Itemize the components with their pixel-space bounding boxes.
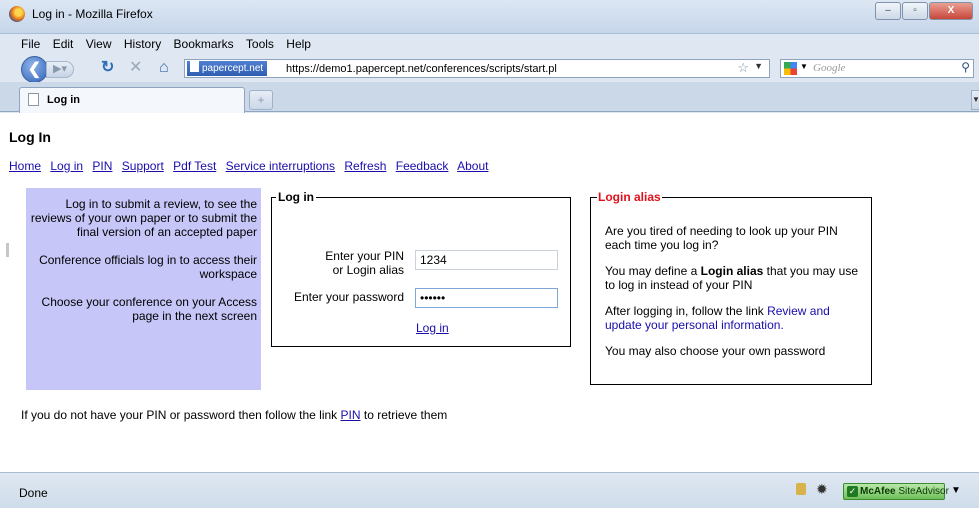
login-legend: Log in	[278, 190, 314, 204]
pin-label-line-2: or Login alias	[332, 263, 404, 277]
back-button[interactable]: ❮	[21, 56, 48, 83]
pin-label-line-1: Enter your PIN	[325, 249, 404, 263]
window-title: Log in - Mozilla Firefox	[32, 7, 153, 21]
nav-link-home[interactable]: Home	[9, 159, 41, 173]
menu-history[interactable]: History	[124, 34, 161, 54]
menu-bookmarks[interactable]: Bookmarks	[174, 34, 234, 54]
url-dropdown-icon[interactable]: ▼	[754, 61, 763, 71]
alias-p4: You may also choose your own password	[605, 344, 826, 358]
home-icon[interactable]: ⌂	[159, 59, 169, 77]
minimize-button[interactable]: –	[875, 2, 901, 20]
new-tab-button[interactable]: +	[249, 90, 273, 110]
firefox-logo-icon	[9, 6, 25, 22]
tab-strip: Log in + ▼	[0, 82, 979, 113]
nav-link-pin[interactable]: PIN	[92, 159, 112, 173]
tab-list-button[interactable]: ▼	[971, 90, 979, 110]
pin-help-post: to retrieve them	[360, 408, 448, 422]
status-text: Done	[19, 486, 48, 500]
plus-icon: +	[257, 93, 265, 107]
alias-p2-bold: Login alias	[700, 264, 764, 278]
password-label: Enter your password	[293, 290, 404, 304]
forward-button[interactable]: ▶▾	[46, 61, 74, 78]
document-icon	[28, 93, 39, 106]
navigation-toolbar: ❮ ▶▾ ↻ ✕ ⌂ papercept.net https://demo1.p…	[0, 54, 979, 83]
pin-input[interactable]	[415, 250, 558, 270]
nav-link-pdf-test[interactable]: Pdf Test	[173, 159, 216, 173]
info-text-review: Log in to submit a review, to see the re…	[30, 197, 257, 239]
site-nav: Home Log in PIN Support Pdf Test Service…	[9, 159, 494, 173]
address-bar[interactable]: papercept.net https://demo1.papercept.ne…	[184, 59, 770, 78]
login-form: Log in Enter your PIN or Login alias Ent…	[271, 190, 571, 347]
nav-link-service-interruptions[interactable]: Service interruptions	[226, 159, 335, 173]
stop-icon[interactable]: ✕	[129, 59, 142, 77]
menu-help[interactable]: Help	[286, 34, 311, 54]
nav-link-support[interactable]: Support	[122, 159, 164, 173]
menu-tools[interactable]: Tools	[246, 34, 274, 54]
siteadvisor-name: SiteAdvisor	[895, 486, 949, 497]
nav-link-log-in[interactable]: Log in	[50, 159, 83, 173]
info-panel: Log in to submit a review, to see the re…	[26, 188, 261, 390]
maximize-button[interactable]: ▫	[902, 2, 928, 20]
bug-icon[interactable]: ✹	[816, 481, 828, 498]
pin-help-text: If you do not have your PIN or password …	[21, 408, 447, 422]
tab-label: Log in	[47, 94, 80, 106]
siteadvisor-dropdown-icon[interactable]: ▼	[951, 485, 961, 496]
lock-icon[interactable]	[796, 483, 806, 495]
pin-label: Enter your PIN or Login alias	[325, 249, 404, 277]
alias-p2: You may define a Login alias that you ma…	[605, 264, 863, 292]
nav-link-about[interactable]: About	[457, 159, 488, 173]
menu-view[interactable]: View	[86, 34, 112, 54]
close-button[interactable]: X	[929, 2, 973, 20]
alias-text: Are you tired of needing to look up your…	[605, 224, 863, 370]
check-icon: ✓	[847, 486, 858, 497]
nav-link-refresh[interactable]: Refresh	[344, 159, 386, 173]
forward-arrow-icon: ▶▾	[53, 63, 67, 75]
back-arrow-icon: ❮	[27, 61, 42, 78]
bookmark-star-icon[interactable]: ☆	[737, 60, 749, 76]
menu-edit[interactable]: Edit	[53, 34, 74, 54]
window-controls: – ▫ X	[874, 2, 973, 20]
site-identity-button[interactable]: papercept.net	[187, 61, 268, 76]
title-bar: Log in - Mozilla Firefox – ▫ X	[0, 0, 979, 34]
search-icon[interactable]: ⚲	[961, 60, 970, 74]
chevron-down-icon: ▼	[972, 95, 979, 104]
page-icon	[190, 61, 199, 72]
page-title: Log In	[9, 129, 51, 145]
url-text[interactable]: https://demo1.papercept.net/conferences/…	[286, 62, 557, 76]
pin-help-link[interactable]: PIN	[341, 408, 361, 422]
info-text-officials: Conference officials log in to access th…	[39, 253, 257, 281]
menu-file[interactable]: File	[21, 34, 40, 54]
alias-p3: After logging in, follow the link Review…	[605, 304, 863, 332]
status-bar: Done ✹ ✓ McAfee SiteAdvisor ▼	[0, 472, 979, 508]
alias-p1: Are you tired of needing to look up your…	[605, 224, 838, 252]
info-text-conference: Choose your conference on your Access pa…	[41, 295, 257, 323]
search-placeholder[interactable]: Google	[813, 62, 845, 74]
search-bar[interactable]: ▼ Google ⚲	[780, 59, 974, 78]
log-in-link[interactable]: Log in	[416, 321, 449, 335]
resize-grip	[6, 243, 9, 257]
alias-p2-pre: You may define a	[605, 264, 701, 278]
menu-bar: File Edit View History Bookmarks Tools H…	[0, 34, 979, 54]
alias-p3-pre: After logging in, follow the link	[605, 304, 768, 318]
tab-log-in[interactable]: Log in	[19, 87, 245, 113]
password-input[interactable]	[415, 288, 558, 308]
siteadvisor-button[interactable]: ✓ McAfee SiteAdvisor	[843, 483, 949, 500]
reload-icon[interactable]: ↻	[101, 59, 114, 77]
google-logo-icon[interactable]	[784, 62, 797, 75]
alias-legend: Login alias	[598, 190, 661, 204]
search-engine-dropdown-icon[interactable]: ▼	[800, 62, 808, 71]
site-identity-label: papercept.net	[202, 63, 264, 74]
nav-link-feedback[interactable]: Feedback	[396, 159, 449, 173]
pin-help-pre: If you do not have your PIN or password …	[21, 408, 341, 422]
page-content: Log In Home Log in PIN Support Pdf Test …	[0, 113, 979, 472]
siteadvisor-brand: McAfee	[860, 486, 896, 497]
login-alias-box: Login alias Are you tired of needing to …	[590, 190, 872, 385]
